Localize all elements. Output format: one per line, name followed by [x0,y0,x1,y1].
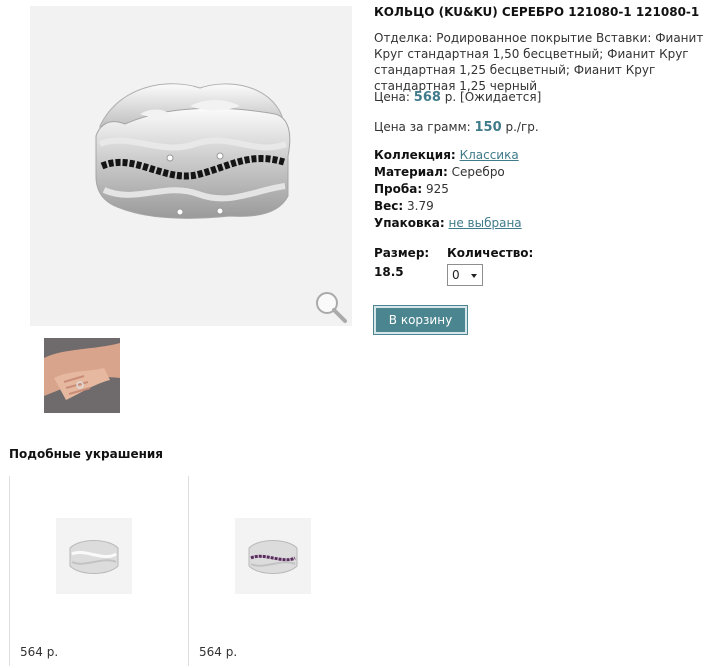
material-row: Материал: Серебро [374,165,505,179]
similar-item-image[interactable] [56,518,132,594]
ring-illustration [95,83,291,219]
similar-item-image[interactable] [235,518,311,594]
similar-item-price: 564 р. [199,645,238,659]
quantity-select[interactable]: 0 [447,264,483,286]
price-value: 568 [413,90,441,105]
divider [9,476,10,666]
product-description: Отделка: Родированное покрытие Вставки: … [374,31,704,93]
magnifier-icon[interactable] [312,288,350,326]
gram-price-value: 150 [474,120,502,135]
product-main-image[interactable] [30,6,352,326]
weight-value: 3.79 [407,199,434,213]
collection-link[interactable]: Классика [460,148,519,162]
add-to-cart-button[interactable]: В корзину [373,305,468,335]
material-label: Материал: [374,165,448,179]
ring-thumbnail [56,518,132,594]
price-row: Цена: 568 р. [Ожидается] [374,90,541,105]
similar-item-1[interactable] [56,518,132,594]
hand-photo [44,338,120,413]
price-label: Цена: [374,90,410,104]
weight-row: Вес: 3.79 [374,199,434,213]
similar-item-price: 564 р. [20,645,59,659]
product-thumbnail[interactable] [44,338,120,413]
packaging-row: Упаковка: не выбрана [374,216,522,230]
size-label: Размер: [374,246,430,260]
quantity-value: 0 [452,268,460,282]
gram-price-unit: р./гр. [505,120,539,134]
collection-row: Коллекция: Классика [374,148,519,162]
probe-row: Проба: 925 [374,182,449,196]
gram-price-label: Цена за грамм: [374,120,471,134]
price-status: [Ожидается] [460,90,542,104]
price-unit: р. [444,90,457,104]
chevron-down-icon [471,274,477,278]
weight-label: Вес: [374,199,404,213]
quantity-label: Количество: [447,246,534,260]
size-value: 18.5 [374,265,404,279]
divider [188,476,189,666]
probe-value: 925 [425,182,449,196]
similar-section-title: Подобные украшения [9,447,164,461]
material-value: Серебро [451,165,505,179]
product-title: КОЛЬЦО (KU&KU) СЕРЕБРО 121080-1 121080-1 [374,5,700,19]
similar-item-2[interactable] [235,518,311,594]
probe-label: Проба: [374,182,423,196]
collection-label: Коллекция: [374,148,456,162]
packaging-label: Упаковка: [374,216,445,230]
ring-thumbnail [235,518,311,594]
packaging-link[interactable]: не выбрана [449,216,522,230]
gram-price-row: Цена за грамм: 150 р./гр. [374,120,539,135]
